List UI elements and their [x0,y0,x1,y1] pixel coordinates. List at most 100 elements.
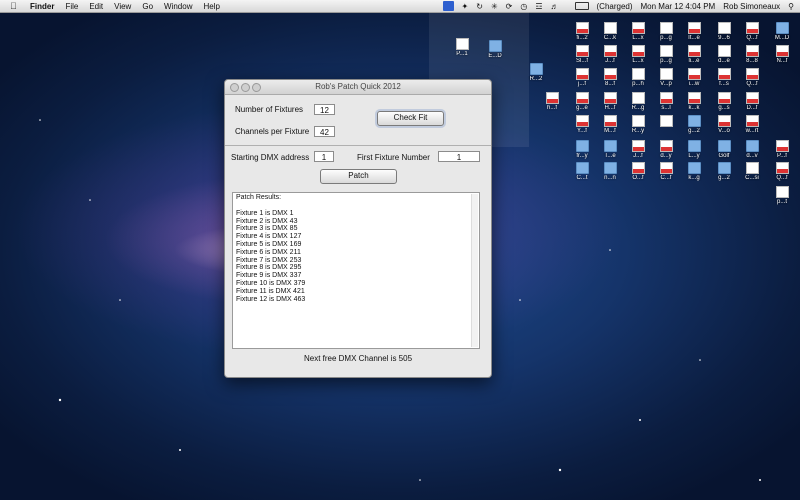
folder-desktop-icon[interactable]: Golf [710,140,738,159]
folder-desktop-icon[interactable]: k...g [680,162,708,181]
folder-desktop-icon[interactable]: fr...y [568,140,596,159]
file-desktop-icon[interactable]: p...g [652,22,680,41]
pdf-desktop-icon[interactable]: li...e [680,45,708,64]
folder-desktop-icon[interactable]: M...D [768,22,796,41]
pdf-desktop-icon[interactable]: fi...2 [568,22,596,41]
app-status-icon[interactable] [442,1,454,11]
volume-icon[interactable]: ♬ [551,2,559,11]
pdf-desktop-icon[interactable]: P...f [768,140,796,159]
file-desktop-icon[interactable]: 9...6 [710,22,738,41]
menu-help[interactable]: Help [203,2,219,11]
folder-desktop-icon[interactable]: g...2 [710,162,738,181]
results-line: Fixture 10 is DMX 379 [236,279,306,287]
sync-icon[interactable]: ⟳ [506,2,513,11]
pdf-icon [575,115,589,127]
pdf-desktop-icon[interactable]: H...f [596,92,624,111]
time-machine-icon[interactable]: ↻ [476,2,483,11]
pdf-desktop-icon[interactable]: L...x [624,45,652,64]
pdf-desktop-icon[interactable]: Q...f [738,22,766,41]
pdf-desktop-icon[interactable]: Y...f [568,115,596,134]
pdf-icon [603,115,617,127]
apple-icon[interactable]:  [10,1,20,11]
results-line: Fixture 8 is DMX 295 [236,264,302,272]
folder-desktop-icon[interactable]: L...y [680,140,708,159]
results-line: Fixture 7 is DMX 253 [236,256,302,264]
folder-desktop-icon[interactable]: R...2 [522,63,550,82]
wifi-icon[interactable]: ☲ [535,2,542,11]
pdf-desktop-icon[interactable]: k...k [680,92,708,111]
menu-window[interactable]: Window [164,2,192,11]
file-desktop-icon[interactable]: p...g [652,45,680,64]
pdf-desktop-icon[interactable]: j...f [568,68,596,87]
menu-file[interactable]: File [65,2,78,11]
pdf-desktop-icon[interactable]: It...e [680,22,708,41]
pdf-desktop-icon[interactable]: i...w [680,68,708,87]
clock-icon[interactable]: ◷ [520,2,527,11]
window-titlebar[interactable]: Rob's Patch Quick 2012 [225,80,491,95]
pdf-desktop-icon[interactable]: N...f [768,45,796,64]
file-desktop-icon[interactable]: C...si [738,162,766,181]
pdf-desktop-icon[interactable]: f...s [710,68,738,87]
zoom-button[interactable] [252,83,261,92]
file-desktop-icon[interactable]: d...e [710,45,738,64]
menu-app[interactable]: Finder [30,2,54,11]
pdf-desktop-icon[interactable]: g...e [568,92,596,111]
pdf-desktop-icon[interactable]: s...l [652,92,680,111]
menu-edit[interactable]: Edit [89,2,103,11]
first-fixture-field[interactable]: 1 [438,151,480,162]
file-icon [631,92,645,104]
pdf-desktop-icon[interactable]: L...x [624,22,652,41]
file-desktop-icon[interactable]: P...1 [448,38,476,57]
pdf-desktop-icon[interactable]: D...f [738,92,766,111]
file-desktop-icon[interactable]: R...g [624,92,652,111]
channels-field[interactable]: 42 [314,126,335,137]
num-fixtures-field[interactable]: 12 [314,104,335,115]
file-desktop-icon[interactable]: R...y [624,115,652,134]
folder-desktop-icon[interactable]: E...D [481,40,509,59]
pdf-desktop-icon[interactable]: 8...8 [738,45,766,64]
pdf-desktop-icon[interactable]: C...f [652,162,680,181]
pdf-desktop-icon[interactable]: J...f [624,140,652,159]
folder-desktop-icon[interactable]: T...e [596,140,624,159]
pdf-desktop-icon[interactable]: O...f [624,162,652,181]
bluetooth-icon[interactable]: ✳ [491,2,498,11]
pdf-desktop-icon[interactable]: Sl...f [568,45,596,64]
battery-status[interactable]: (Charged) [597,2,633,11]
file-desktop-icon[interactable]: p...h [624,68,652,87]
menu-go[interactable]: Go [142,2,153,11]
menubar-clock[interactable]: Mon Mar 12 4:04 PM [641,2,716,11]
pdf-desktop-icon[interactable]: w...rt [738,115,766,134]
pdf-desktop-icon[interactable]: M...f [596,115,624,134]
file-desktop-icon[interactable]: p...t [768,186,796,205]
pdf-desktop-icon[interactable]: Q...f [768,162,796,181]
folder-desktop-icon[interactable]: n...n [596,162,624,181]
pdf-desktop-icon[interactable]: V...o [710,115,738,134]
desktop-icon-label: R...y [631,128,645,134]
folder-desktop-icon[interactable]: d...v [738,140,766,159]
file-desktop-icon[interactable]: V...p [652,68,680,87]
folder-desktop-icon[interactable]: C...t [568,162,596,181]
pdf-desktop-icon[interactable]: Q...f [738,68,766,87]
pdf-desktop-icon[interactable]: 8...f [596,68,624,87]
patch-button[interactable]: Patch [320,169,397,184]
pdf-desktop-icon[interactable]: d...y [652,140,680,159]
start-dmx-field[interactable]: 1 [314,151,334,162]
tools-icon[interactable]: ✦ [462,2,469,11]
menu-view[interactable]: View [114,2,131,11]
file-desktop-icon[interactable]: C...k [596,22,624,41]
minimize-button[interactable] [241,83,250,92]
check-fit-button[interactable]: Check Fit [377,111,444,126]
spotlight-search-icon[interactable]: ⚲ [788,2,794,11]
menubar-user[interactable]: Rob Simoneaux [723,2,780,11]
desktop-icon-label: n...n [604,175,616,181]
file-desktop-icon[interactable] [652,115,680,128]
battery-icon[interactable] [567,2,589,11]
close-button[interactable] [230,83,239,92]
folder-desktop-icon[interactable]: g...2 [680,115,708,134]
start-dmx-label: Starting DMX address [231,153,310,162]
patch-results-area[interactable]: Patch Results: Fixture 1 is DMX 1 Fixture… [232,192,480,349]
pdf-desktop-icon[interactable]: g...s [710,92,738,111]
results-scrollbar[interactable] [471,194,478,347]
pdf-desktop-icon[interactable]: h...f [538,92,566,111]
pdf-desktop-icon[interactable]: J...f [596,45,624,64]
